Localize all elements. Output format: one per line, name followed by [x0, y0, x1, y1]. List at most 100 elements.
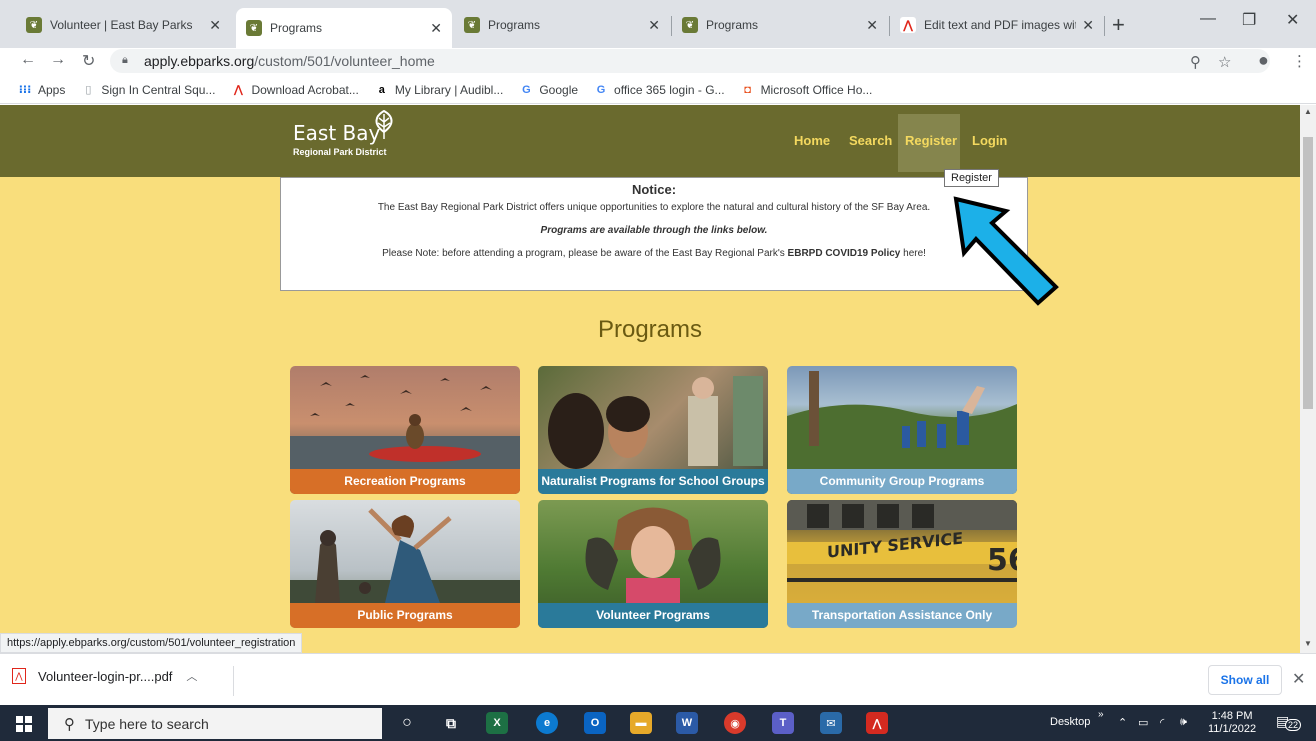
notification-center-icon[interactable]: ▤ 22: [1276, 713, 1302, 733]
covid-policy-link[interactable]: EBRPD COVID19 Policy: [788, 248, 901, 259]
menu-kebab-icon[interactable]: ⋮: [1292, 52, 1307, 70]
back-button[interactable]: ←: [20, 51, 36, 69]
windows-taskbar: ⚲ Type here to search ○ ⧉ X e O ▬ W ◉ T …: [0, 705, 1316, 741]
profile-avatar-icon[interactable]: ●: [1258, 50, 1269, 71]
clock-time: 1:48 PM: [1211, 710, 1253, 722]
tray-up-icon[interactable]: ⌃: [1118, 716, 1127, 729]
card-naturalist[interactable]: Naturalist Programs for School Groups: [538, 366, 768, 494]
taskbar-search[interactable]: ⚲ Type here to search: [48, 708, 382, 739]
task-view-icon[interactable]: ⧉: [440, 712, 462, 734]
nav-login[interactable]: Login: [972, 133, 1007, 148]
tab-volunteer[interactable]: ❦ Volunteer | East Bay Parks ✕: [16, 8, 231, 42]
bookmark-ms-office[interactable]: ◘ Microsoft Office Ho...: [741, 82, 873, 97]
nav-home[interactable]: Home: [794, 133, 830, 148]
card-transportation[interactable]: UNITY SERVICE 56 Transportation Assistan…: [787, 500, 1017, 628]
bookmark-google[interactable]: G Google: [519, 83, 578, 97]
close-shelf-icon[interactable]: ✕: [1292, 669, 1305, 689]
volume-icon[interactable]: 🕪︎: [1180, 716, 1187, 729]
clock-date: 11/1/2022: [1208, 723, 1257, 735]
close-icon[interactable]: ✕: [866, 17, 878, 34]
bookmark-central-square[interactable]: ▯ Sign In Central Squ...: [81, 83, 215, 97]
url-text[interactable]: apply.ebparks.org/custom/501/volunteer_h…: [144, 53, 435, 69]
link-status-bar: https://apply.ebparks.org/custom/501/vol…: [0, 633, 303, 653]
bookmark-label: Google: [539, 82, 579, 97]
bookmarks-bar: ⁝⁝⁝ Apps ▯ Sign In Central Squ... ⋀ Down…: [0, 76, 1316, 104]
forward-button[interactable]: →: [50, 51, 66, 69]
show-all-button[interactable]: Show all: [1208, 665, 1282, 695]
teams-icon[interactable]: T: [772, 712, 794, 734]
bookmark-office365[interactable]: G office 365 login - G...: [594, 83, 725, 97]
cortana-icon[interactable]: ○: [396, 712, 418, 734]
bookmark-apps[interactable]: ⁝⁝⁝ Apps: [18, 83, 66, 97]
zoom-icon[interactable]: ⚲: [1190, 53, 1201, 71]
file-explorer-icon[interactable]: ▬: [630, 712, 652, 734]
card-volunteer[interactable]: Volunteer Programs: [538, 500, 768, 628]
edge-icon[interactable]: e: [536, 712, 558, 734]
park-leaf-icon: ❦: [26, 17, 42, 33]
acrobat-icon[interactable]: ⋀: [866, 712, 888, 734]
close-icon[interactable]: ✕: [1082, 17, 1094, 34]
park-leaf-icon: ❦: [464, 17, 480, 33]
scrollbar-thumb[interactable]: [1303, 137, 1313, 409]
card-caption: Recreation Programs: [290, 469, 520, 494]
chevron-up-icon[interactable]: ︿: [186, 668, 197, 684]
notice-covid-suffix: here!: [900, 248, 926, 259]
mail-icon[interactable]: ✉: [820, 712, 842, 734]
taskbar-clock[interactable]: 1:48 PM 11/1/2022: [1208, 710, 1256, 736]
chrome-icon[interactable]: ◉: [724, 712, 746, 734]
download-item[interactable]: ⋀ Volunteer-login-pr....pdf ︿: [12, 668, 197, 684]
page-viewport: East Bay Regional Park District Home Sea…: [0, 105, 1300, 653]
card-caption: Community Group Programs: [787, 469, 1017, 494]
close-icon[interactable]: ✕: [648, 17, 660, 34]
volunteer-photo: [585, 507, 721, 603]
park-leaf-icon: ❦: [246, 20, 262, 36]
notice-box: Notice: The East Bay Regional Park Distr…: [280, 177, 1028, 291]
close-icon[interactable]: ✕: [430, 20, 442, 37]
annotation-arrow-icon: [953, 196, 1059, 306]
public-photo: [290, 508, 520, 603]
word-icon[interactable]: W: [676, 712, 698, 734]
tab-programs-3[interactable]: ❦ Programs ✕: [672, 8, 888, 42]
download-filename: Volunteer-login-pr....pdf: [38, 668, 173, 684]
outlook-icon[interactable]: O: [584, 712, 606, 734]
tab-label: Volunteer | East Bay Parks: [50, 18, 193, 32]
lock-icon: 🔒︎: [122, 54, 128, 66]
logo-subtitle: Regional Park District: [293, 147, 387, 157]
chevrons-icon[interactable]: »: [1098, 709, 1104, 720]
card-public[interactable]: Public Programs: [290, 500, 520, 628]
bookmark-label: Microsoft Office Ho...: [760, 82, 873, 97]
scroll-down-icon[interactable]: ▼: [1304, 639, 1312, 648]
tab-programs-2[interactable]: ❦ Programs ✕: [454, 8, 670, 42]
excel-icon[interactable]: X: [486, 712, 508, 734]
windows-start-icon[interactable]: [16, 716, 32, 732]
card-community-group[interactable]: Community Group Programs: [787, 366, 1017, 494]
community-group-photo: [787, 371, 1017, 469]
tab-programs-active[interactable]: ❦ Programs ✕: [236, 8, 452, 48]
desktop-toolbar-label[interactable]: Desktop: [1050, 716, 1090, 728]
bookmark-star-icon[interactable]: ☆: [1218, 53, 1231, 71]
restore-button[interactable]: ❐: [1242, 10, 1256, 30]
bookmark-label: Sign In Central Squ...: [101, 82, 216, 97]
address-bar[interactable]: 🔒︎ apply.ebparks.org/custom/501/voluntee…: [110, 49, 1270, 73]
bookmark-audible[interactable]: a My Library | Audibl...: [375, 83, 504, 97]
card-recreation[interactable]: Recreation Programs: [290, 366, 520, 494]
nav-register[interactable]: Register: [905, 133, 957, 148]
tab-adobe[interactable]: ⋀ Edit text and PDF images with ✕: [890, 8, 1104, 42]
scroll-up-icon[interactable]: ▲: [1304, 107, 1312, 116]
minimize-button[interactable]: —: [1200, 10, 1216, 28]
bookmark-acrobat[interactable]: ⋀ Download Acrobat...: [231, 83, 359, 97]
office-icon: ◘: [744, 83, 751, 96]
page-scrollbar[interactable]: ▲ ▼: [1300, 105, 1316, 653]
wifi-icon[interactable]: ◜: [1160, 716, 1164, 729]
reload-button[interactable]: ↻: [82, 51, 95, 71]
site-header: East Bay Regional Park District Home Sea…: [0, 105, 1300, 177]
nav-search[interactable]: Search: [849, 133, 892, 148]
new-tab-button[interactable]: +: [1112, 12, 1125, 38]
page-icon: ▯: [85, 84, 92, 96]
close-icon[interactable]: ✕: [209, 17, 221, 34]
window-close-button[interactable]: ✕: [1286, 10, 1299, 30]
amazon-icon: a: [378, 83, 385, 96]
recreation-photo: [290, 375, 520, 469]
adobe-icon: ⋀: [233, 84, 244, 96]
battery-icon: ▭: [1138, 717, 1149, 729]
